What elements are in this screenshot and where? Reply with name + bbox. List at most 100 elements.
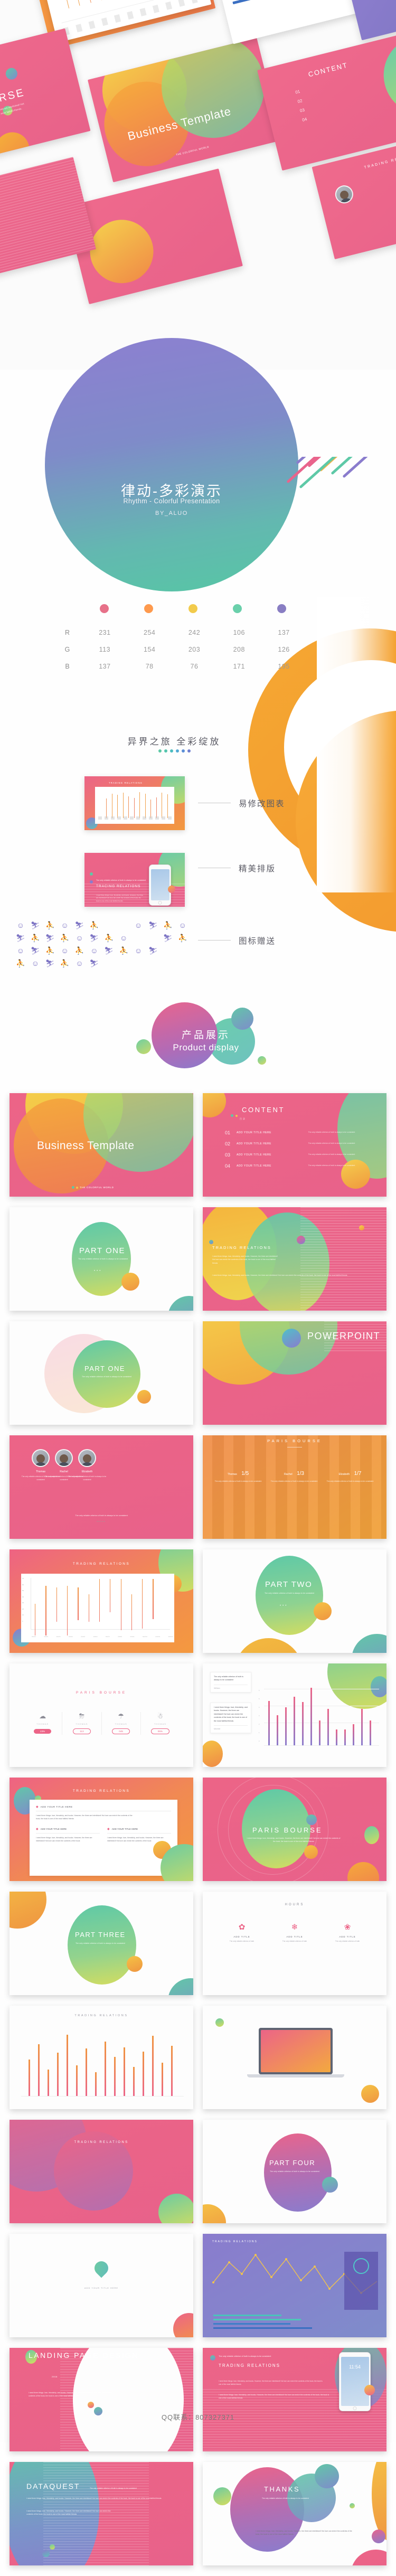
card-desc: I need three things: love, friendship, a… (36, 1815, 133, 1820)
palette-row-g: G 113 154 203 208 126 (53, 641, 306, 658)
palette-cell: 137 (99, 663, 111, 670)
person-icon: ☺ (16, 921, 25, 929)
slide-title: LANDING PAGE DESIGN (29, 2351, 139, 2359)
slide-row: PART ONE The only reliable criterion of … (0, 1321, 396, 1425)
slide-desc: The only reliable criterion of truth is … (262, 2497, 309, 2499)
slide-title: TRADING RELATIONS (72, 1789, 130, 1793)
slide-thumbnail[interactable]: The only reliable criterion of truth is … (203, 1663, 386, 1767)
product-display-cn: 产品展示 (181, 1030, 230, 1041)
spacer-icon (175, 944, 190, 957)
person-desc: The only reliable criterion of truth is … (68, 1475, 107, 1481)
slide-row: TRADING RELATIONS (0, 2006, 396, 2109)
slide-thumbnail[interactable]: TRADING RELATIONS I need three things: l… (203, 1207, 386, 1311)
slide-title: POWERPOINT (307, 1331, 380, 1341)
slide-year: 2016 (52, 2375, 58, 2378)
person-icon: ⛹ (104, 933, 114, 942)
slide-thumbnail[interactable]: The only reliable criterion of truth is … (203, 2348, 386, 2451)
slide-note: The only reliable criterion of truth is … (90, 2487, 137, 2489)
slide-thumbnail[interactable]: PART FOUR The only reliable criterion of… (203, 2120, 386, 2223)
card-label: ADD YOUR TITLE HERE (40, 1827, 67, 1830)
cell-value: 045 (112, 1728, 130, 1734)
feature-dot (164, 749, 167, 753)
slide-note: The only reliable criterion of truth is … (219, 2355, 271, 2357)
slide-thumbnail[interactable]: HOURS ✿ ADD TITLE The only reliable crit… (203, 1892, 386, 1995)
spacer-icon (101, 919, 116, 932)
product-display-en: Product display (173, 1042, 239, 1052)
slide-thumbnail[interactable]: DATAQUEST The only reliable criterion of… (10, 2462, 193, 2565)
palette-cell: 171 (233, 663, 245, 670)
slide-thumbnail[interactable]: PARIS BOURSE I need three things: love, … (203, 1778, 386, 1881)
slide-thumbnail[interactable]: TRADING RELATIONS ◆ ADD YOUR TITLE HERE … (10, 1778, 193, 1881)
bookmark-icon: ◆ (36, 1827, 39, 1831)
palette-cell: 195 (278, 663, 290, 670)
slide-thumbnail[interactable]: CONTENT 目录 01 ADD YOUR TITLE HERE The on… (203, 1093, 386, 1197)
palette-cell: 203 (188, 646, 201, 653)
palette-swatch-row (82, 604, 304, 613)
slide-thumbnail[interactable]: PARIS BOURSE ☁ THOMAS 23% ⛈ THOMAS 113 ☂… (10, 1663, 193, 1767)
stat-value: 1/5 (241, 1471, 249, 1477)
slide-title: TRADING RELATIONS (212, 2240, 258, 2243)
slide-thumbnail[interactable]: TRADING RELATIONS (10, 2120, 193, 2223)
slide-thumbnail[interactable]: POWERPOINT (203, 1321, 386, 1425)
slide-item-label: ADD YOUR TITLE HERE (237, 1142, 271, 1145)
slide-row: Business Template THE COLORFUL WORLD CON… (0, 1093, 396, 1197)
cell-name: THOMAS (76, 1723, 88, 1725)
slide-thumbnail[interactable]: PARIS BOURSE Thomas 1/5 The only reliabl… (203, 1435, 386, 1539)
slide-thumbnail[interactable]: ADD YOUR TITLE HERE (10, 2234, 193, 2337)
ribbon-decoration (286, 457, 392, 552)
slide-thumbnail[interactable]: Thomas The only reliable criterion of tr… (10, 1435, 193, 1539)
person-icon: ⛹ (119, 946, 128, 955)
slide-thumbnail[interactable]: PART ONE The only reliable criterion of … (10, 1207, 193, 1311)
stat-desc: The only reliable criterion of truth is … (214, 1480, 262, 1482)
stat-desc: The only reliable criterion of truth is … (270, 1480, 318, 1482)
person-icon: ⛷ (16, 933, 25, 942)
slide-thumbnail[interactable]: PART THREE The only reliable criterion o… (10, 1892, 193, 1995)
feature-thumb-note: The only reliable criterion of truth is … (96, 879, 146, 881)
palette-cell: 231 (99, 629, 111, 636)
product-display-header: 产品展示 Product display (0, 966, 396, 1072)
weather-icon: ☁ (39, 1712, 46, 1720)
stat-desc: The only reliable criterion of truth is … (326, 1480, 374, 1482)
slide-thumbnail[interactable]: TRADING RELATIONS 706050403020100 (10, 1549, 193, 1653)
palette-cell: 254 (144, 629, 156, 636)
person-icon: ☺ (16, 946, 25, 955)
features-headline: 异界之旅 全彩绽放 (127, 737, 221, 747)
person-icon: ⛷ (148, 946, 158, 955)
slide-item-label: ADD YOUR TITLE HERE (237, 1131, 271, 1134)
gift-icon: ✿ (238, 1923, 246, 1932)
slide-thumbnail[interactable]: LANDING PAGE DESIGN 2016 I need three th… (10, 2348, 193, 2451)
slide-thumbnail[interactable]: PART ONE The only reliable criterion of … (10, 1321, 193, 1425)
slide-item-number: 01 (225, 1130, 231, 1135)
slide-title: PART TWO (265, 1580, 313, 1589)
pd-circle-teal (231, 1008, 253, 1030)
slide-title: PARIS BOURSE (252, 1826, 323, 1834)
slide-thumbnail[interactable]: TRADING RELATIONS (203, 2234, 386, 2337)
person-icon: ⛹ (31, 933, 40, 942)
slide-title: PARIS BOURSE (267, 1439, 322, 1443)
bookmark-icon: ◆ (107, 1827, 110, 1831)
person-icon: ⛷ (30, 946, 40, 955)
features-dot-row (0, 749, 348, 753)
palette-swatch-4 (232, 604, 242, 613)
slide-item-label: ADD YOUR TITLE HERE (237, 1153, 271, 1157)
slide-footer-text: THE COLORFUL WORLD (80, 1186, 114, 1189)
palette-cell: 76 (190, 663, 199, 670)
palette-swatch-3 (188, 604, 197, 613)
slide-item-number: 04 (225, 1163, 231, 1169)
slide-thumbnail[interactable]: TRADING RELATIONS (10, 2006, 193, 2109)
slide-row: DATAQUEST The only reliable criterion of… (0, 2462, 396, 2565)
slide-thumbnail[interactable] (203, 2006, 386, 2109)
slide-title: PART ONE (79, 1246, 126, 1255)
cell-value: 05% (150, 1728, 169, 1734)
quote-text: I need three things: love, friendship, a… (214, 1706, 248, 1722)
slide-thumbnail[interactable]: Business Template THE COLORFUL WORLD (10, 1093, 193, 1197)
stat-value: 1/3 (297, 1471, 304, 1477)
slide-thumbnail[interactable]: PART TWO The only reliable criterion of … (203, 1549, 386, 1653)
slide-desc-2: I need three things: love, friendship, a… (26, 2510, 111, 2516)
hero-collage: PARIS BOURSE I need three things: love, … (0, 0, 396, 370)
slide-title: TRADING RELATIONS (219, 2363, 280, 2368)
person-icon: ⛹ (74, 946, 84, 955)
pd-circle-dot (258, 1056, 266, 1065)
slide-thumbnail[interactable]: THANKS The only reliable criterion of tr… (203, 2462, 386, 2565)
feature-thumb-body: I need three things: love, friendship, a… (96, 894, 144, 902)
